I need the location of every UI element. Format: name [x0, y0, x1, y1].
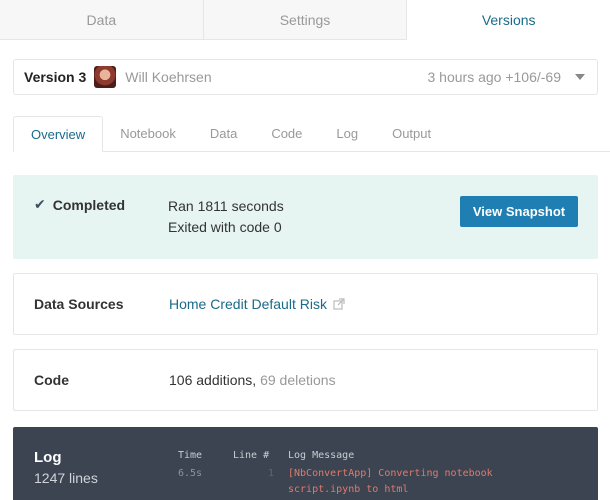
- version-meta: 3 hours ago +106/-69: [427, 69, 562, 85]
- checkmark-icon: ✔: [34, 196, 46, 212]
- log-message-line-1: [NbConvertApp] Converting notebook: [288, 468, 493, 479]
- status-details: Ran 1811 seconds Exited with code 0: [168, 196, 284, 238]
- tab-versions[interactable]: Versions: [407, 0, 610, 40]
- log-line-count: 1247 lines: [34, 470, 98, 486]
- tab-log[interactable]: Log: [319, 116, 375, 151]
- code-title: Code: [34, 372, 69, 388]
- version-label: Version 3: [24, 69, 87, 85]
- log-message-line-2: script.ipynb to html: [288, 484, 409, 495]
- tab-code[interactable]: Code: [254, 116, 319, 151]
- code-card: Code 106 additions, 69 deletions: [13, 349, 598, 411]
- data-sources-title: Data Sources: [34, 296, 124, 312]
- tab-notebook[interactable]: Notebook: [103, 116, 193, 151]
- log-header-time: Time: [178, 450, 203, 461]
- tab-data-sub[interactable]: Data: [193, 116, 254, 151]
- version-sub-tabs: Overview Notebook Data Code Log Output: [13, 116, 610, 152]
- log-entry-message: [NbConvertApp] Converting notebook scrip…: [288, 466, 493, 498]
- log-title: Log: [34, 449, 62, 466]
- external-link-icon[interactable]: [333, 298, 345, 310]
- version-selector[interactable]: Version 3 Will Koehrsen 3 hours ago +106…: [13, 59, 598, 95]
- status-label: Completed: [52, 196, 126, 213]
- log-entry-line: 1: [268, 468, 275, 479]
- log-panel: Log 1247 lines Time Line # Log Message 6…: [13, 427, 598, 500]
- top-tab-bar: Data Settings Versions: [0, 0, 610, 40]
- code-separator: ,: [252, 372, 261, 388]
- log-entry-time: 6.5s: [178, 468, 203, 479]
- chevron-down-icon[interactable]: [575, 74, 585, 80]
- exit-code: Exited with code 0: [168, 219, 282, 235]
- run-duration: Ran 1811 seconds: [168, 198, 284, 214]
- data-source-entry: Home Credit Default Risk: [169, 296, 345, 312]
- tab-settings[interactable]: Settings: [203, 0, 408, 40]
- avatar: [94, 66, 117, 88]
- log-header-message: Log Message: [288, 450, 355, 461]
- tab-data[interactable]: Data: [0, 0, 204, 40]
- status-indicator: ✔ Completed: [34, 196, 125, 213]
- tab-output[interactable]: Output: [375, 116, 448, 151]
- log-header-line: Line #: [233, 450, 270, 461]
- code-summary: 106 additions, 69 deletions: [169, 372, 336, 388]
- author-name: Will Koehrsen: [125, 69, 212, 85]
- data-source-link[interactable]: Home Credit Default Risk: [169, 296, 327, 312]
- status-panel: ✔ Completed Ran 1811 seconds Exited with…: [13, 175, 598, 259]
- code-deletions: 69 deletions: [260, 372, 336, 388]
- code-additions: 106 additions: [169, 372, 253, 388]
- tab-overview[interactable]: Overview: [13, 116, 104, 152]
- view-snapshot-button[interactable]: View Snapshot: [460, 196, 578, 227]
- data-sources-card: Data Sources Home Credit Default Risk: [13, 273, 598, 335]
